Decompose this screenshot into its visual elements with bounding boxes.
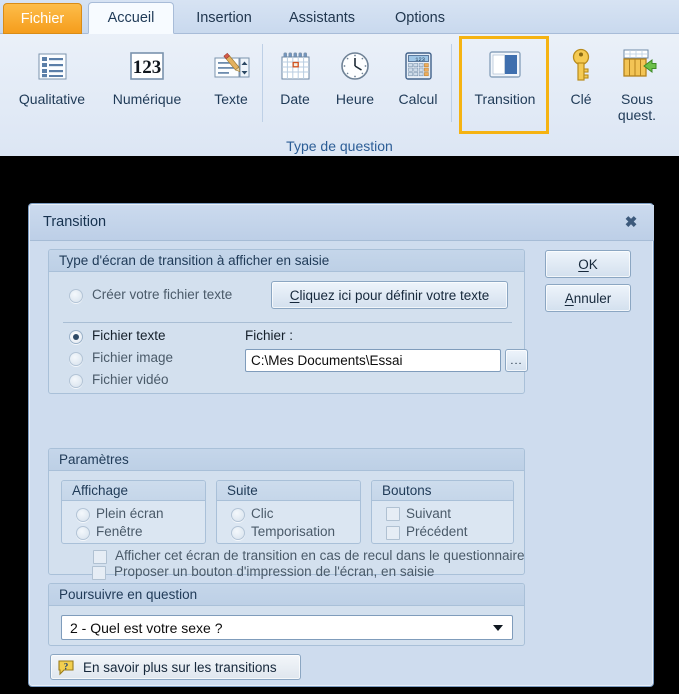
file-label: Fichier : — [245, 328, 294, 343]
ribbon-button-label: Sous quest. — [617, 91, 657, 123]
radio-fichier-video[interactable] — [69, 374, 83, 388]
ribbon-button-label: Qualitative — [18, 91, 86, 107]
radio-temporisation-label: Temporisation — [251, 524, 336, 539]
ok-accel: O — [578, 256, 589, 272]
ribbon-button-label: Numérique — [112, 91, 182, 107]
file-path-input[interactable]: C:\Mes Documents\Essai — [245, 349, 501, 372]
radio-fichier-texte-label: Fichier texte — [92, 328, 166, 343]
checkbox-proposer-impression-label: Proposer un bouton d'impression de l'écr… — [114, 564, 435, 579]
checkbox-suivant-label: Suivant — [406, 506, 452, 521]
subgroup-suite: Suite Clic Temporisation — [216, 480, 361, 544]
radio-fichier-texte[interactable] — [69, 330, 83, 344]
numeric-123-icon: 123 — [125, 38, 169, 86]
checkbox-precedent-label: Précédent — [406, 524, 468, 539]
group-divider — [63, 322, 512, 323]
calculator-icon: 123 — [398, 38, 438, 86]
cancel-accel: A — [564, 290, 574, 306]
radio-creer-fichier-texte-label: Créer votre fichier texte — [92, 287, 233, 302]
dialog-titlebar: Transition ✖ — [30, 205, 654, 241]
text-pencil-icon — [210, 38, 252, 86]
define-text-accel: C — [289, 287, 300, 303]
define-text-button[interactable]: Cliquez ici pour définir votre texte — [271, 281, 508, 309]
ribbon-button-sous-quest[interactable]: Sous quest. — [594, 38, 679, 123]
subgroup-boutons: Boutons Suivant Précédent — [371, 480, 514, 544]
ribbon-group-label: Type de question — [286, 138, 393, 154]
tab-insertion[interactable]: Insertion — [180, 2, 268, 34]
checkbox-afficher-recul[interactable] — [93, 550, 107, 564]
subgroup-affichage-title: Affichage — [62, 481, 205, 501]
group-parametres-title: Paramètres — [49, 449, 524, 471]
checkbox-proposer-impression[interactable] — [92, 566, 106, 580]
ok-button[interactable]: OK — [545, 250, 631, 278]
radio-clic[interactable] — [231, 508, 245, 522]
group-screen-type-title: Type d'écran de transition à afficher en… — [49, 250, 524, 272]
radio-fichier-video-label: Fichier vidéo — [92, 372, 169, 387]
question-select[interactable]: 2 - Quel est votre sexe ? — [61, 615, 513, 640]
subquestion-table-icon — [616, 38, 658, 86]
ribbon-group-type-de-question: Qualitative 123 Numérique Texte Date Heu… — [0, 34, 679, 136]
tab-accueil[interactable]: Accueil — [88, 2, 174, 34]
svg-text:123: 123 — [415, 57, 425, 63]
screen: Fichier Accueil Insertion Assistants Opt… — [0, 0, 679, 694]
radio-temporisation[interactable] — [231, 526, 245, 540]
tab-fichier[interactable]: Fichier — [3, 3, 82, 34]
subgroup-boutons-title: Boutons — [372, 481, 513, 501]
subgroup-affichage: Affichage Plein écran Fenêtre — [61, 480, 206, 544]
clock-icon — [335, 38, 375, 86]
calendar-icon — [275, 38, 315, 86]
dialog-title: Transition — [43, 214, 107, 230]
tab-options[interactable]: Options — [378, 2, 462, 34]
group-parametres: Paramètres Affichage Plein écran Fenêtre… — [48, 448, 525, 575]
group-poursuivre-title: Poursuivre en question — [49, 584, 524, 606]
key-icon — [564, 38, 598, 86]
ribbon-tabstrip: Fichier Accueil Insertion Assistants Opt… — [0, 0, 679, 34]
question-select-value: 2 - Quel est votre sexe ? — [70, 619, 223, 636]
learn-more-button[interactable]: ? En savoir plus sur les transitions — [50, 654, 301, 680]
radio-creer-fichier-texte[interactable] — [69, 289, 83, 303]
transition-selection-highlight — [459, 36, 549, 134]
dialog-body: OK Annuler Type d'écran de transition à … — [30, 241, 654, 687]
help-bubble-icon: ? — [57, 658, 75, 676]
close-icon[interactable]: ✖ — [620, 211, 642, 233]
radio-clic-label: Clic — [251, 506, 274, 521]
radio-fenetre[interactable] — [76, 526, 90, 540]
group-screen-type: Type d'écran de transition à afficher en… — [48, 249, 528, 394]
radio-fichier-image-label: Fichier image — [92, 350, 174, 365]
checkbox-suivant[interactable] — [386, 507, 400, 521]
radio-plein-ecran[interactable] — [76, 508, 90, 522]
checkbox-precedent[interactable] — [386, 526, 400, 540]
ok-label: K — [588, 256, 598, 272]
list-lines-icon — [32, 38, 72, 86]
ribbon-separator — [451, 44, 452, 122]
ribbon-button-calcul[interactable]: 123 Calcul — [375, 38, 461, 107]
browse-button[interactable]: ... — [505, 349, 528, 372]
ribbon-button-numerique[interactable]: 123 Numérique — [104, 38, 190, 107]
ribbon-button-qualitative[interactable]: Qualitative — [9, 38, 95, 107]
radio-fenetre-label: Fenêtre — [96, 524, 143, 539]
checkbox-afficher-recul-label: Afficher cet écran de transition en cas … — [115, 548, 525, 563]
define-text-label: liquez ici pour définir votre texte — [299, 287, 490, 303]
group-poursuivre: Poursuivre en question 2 - Quel est votr… — [48, 583, 525, 646]
svg-text:123: 123 — [133, 57, 162, 78]
radio-plein-ecran-label: Plein écran — [96, 506, 164, 521]
chevron-down-icon[interactable] — [493, 624, 503, 631]
transition-dialog: Transition ✖ OK Annuler Type d'écran de … — [28, 203, 654, 687]
cancel-label: nnuler — [573, 290, 612, 306]
svg-text:?: ? — [64, 662, 69, 672]
cancel-button[interactable]: Annuler — [545, 284, 631, 312]
learn-more-label: En savoir plus sur les transitions — [83, 659, 277, 675]
radio-fichier-image[interactable] — [69, 352, 83, 366]
subgroup-suite-title: Suite — [217, 481, 360, 501]
ribbon: Fichier Accueil Insertion Assistants Opt… — [0, 0, 679, 156]
tab-assistants[interactable]: Assistants — [272, 2, 372, 34]
